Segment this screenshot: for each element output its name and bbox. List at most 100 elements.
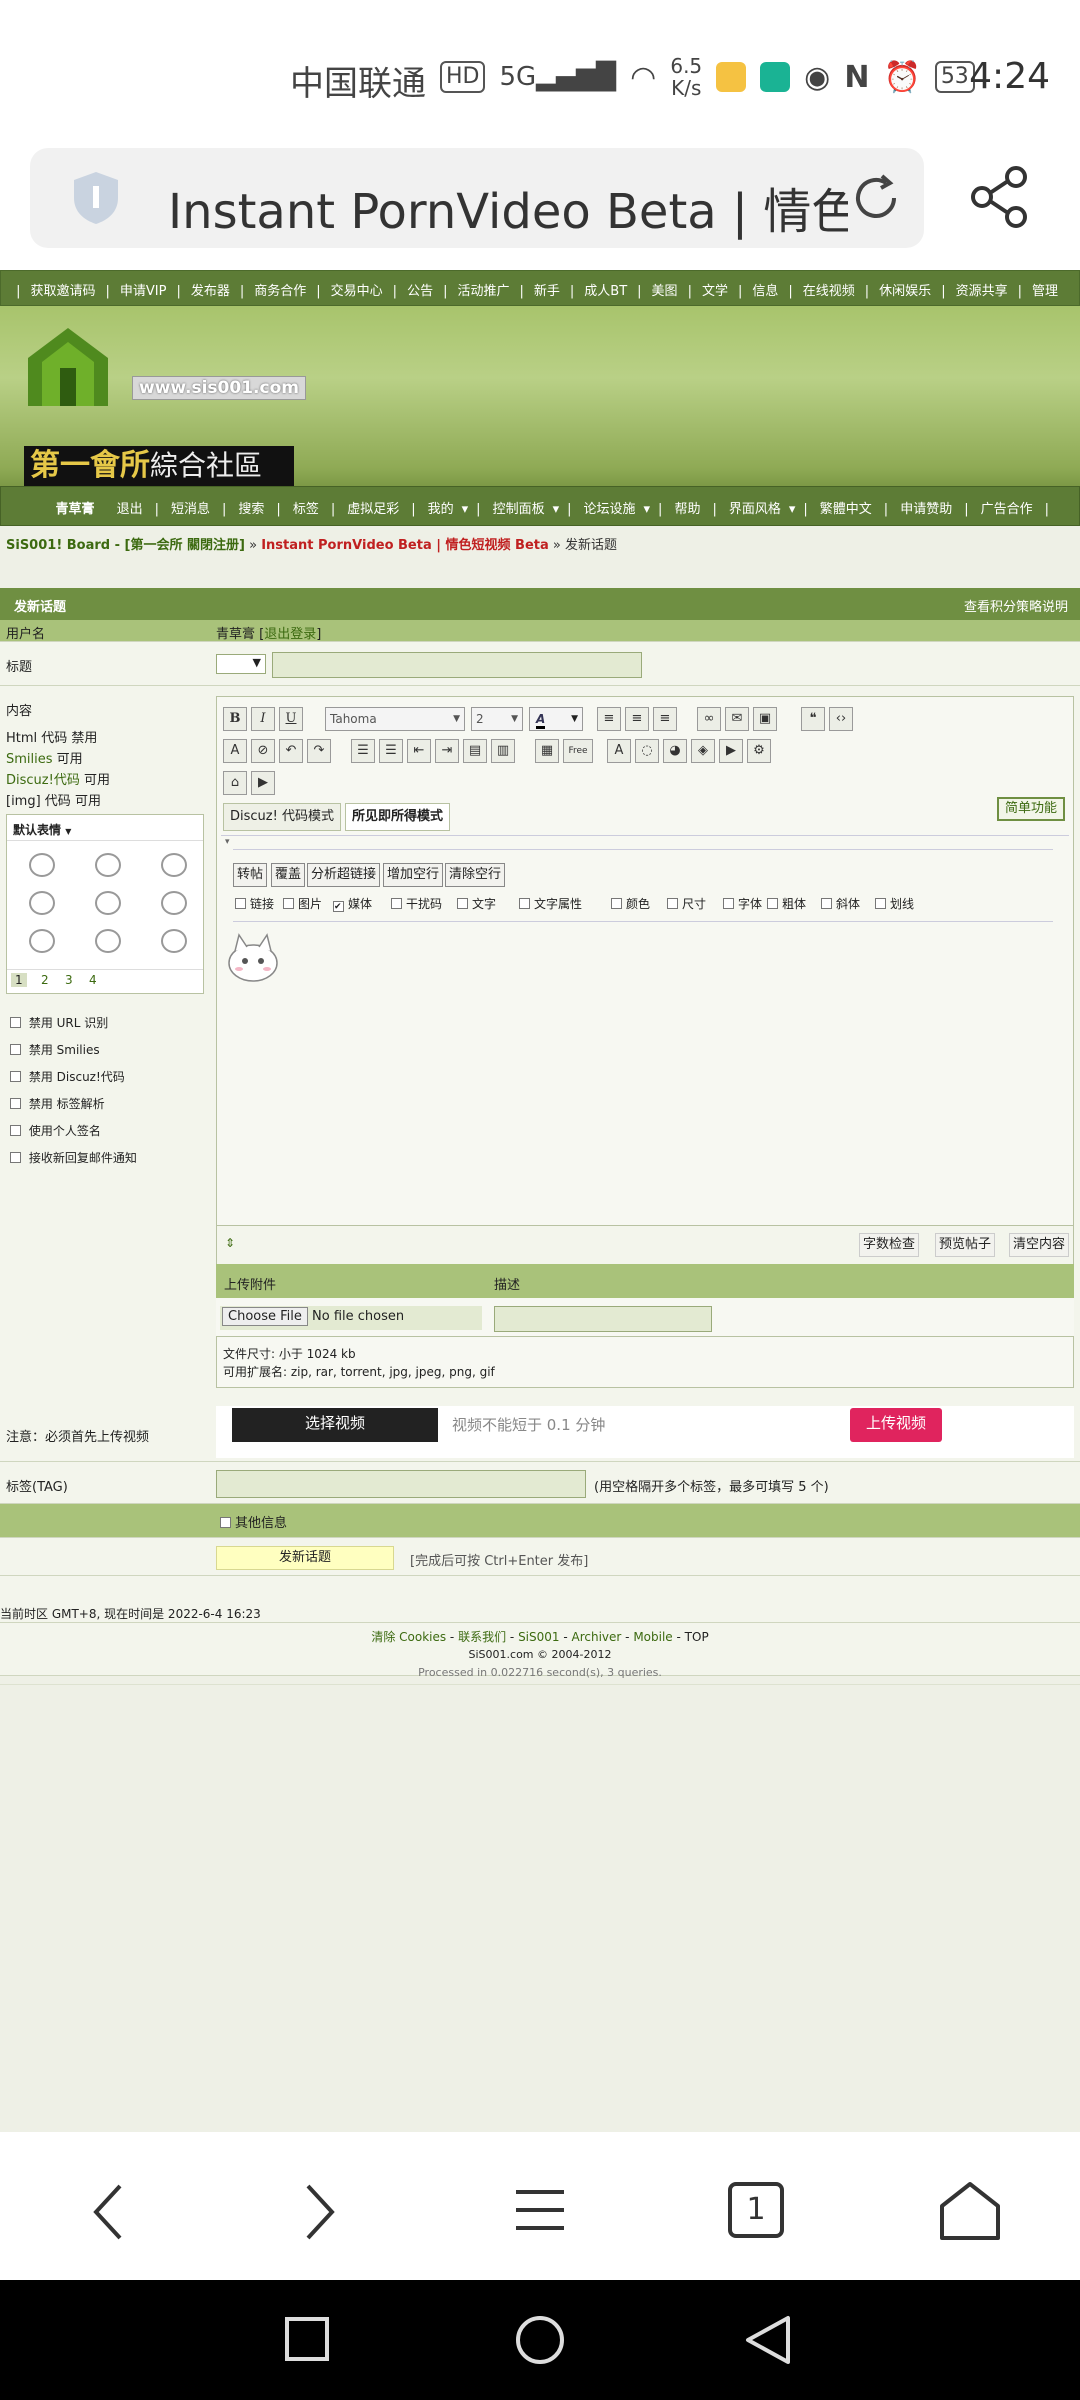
- align-left-icon[interactable]: ≡: [597, 707, 621, 731]
- logout-link[interactable]: 退出登录: [264, 627, 316, 642]
- logo-house-icon[interactable]: [28, 328, 108, 406]
- size-select[interactable]: 2 ▼: [471, 707, 523, 731]
- plugin-icon[interactable]: ⚙: [747, 739, 771, 763]
- code-icon[interactable]: ‹›: [829, 707, 853, 731]
- image-icon[interactable]: ▣: [753, 707, 777, 731]
- cover-button[interactable]: 覆盖: [271, 863, 306, 887]
- url-text[interactable]: Instant PornVideo Beta | 情色: [168, 172, 848, 242]
- title-input[interactable]: [272, 652, 642, 678]
- discuz-code-link[interactable]: Discuz!代码: [6, 773, 80, 788]
- main-nav-item[interactable]: 我的: [428, 502, 454, 517]
- filter-option[interactable]: 干扰码: [391, 895, 442, 912]
- home-icon[interactable]: [938, 2180, 1002, 2242]
- main-nav-item[interactable]: 控制面板: [493, 502, 545, 517]
- top-nav-link[interactable]: 美图: [652, 284, 678, 299]
- remove-blank-lines-button[interactable]: 清除空行: [445, 863, 506, 887]
- menu-icon[interactable]: [514, 2184, 566, 2236]
- smiley-page-4[interactable]: 4: [89, 973, 97, 987]
- clear-cookies-link[interactable]: 清除 Cookies: [371, 1630, 446, 1644]
- top-nav-link[interactable]: 申请VIP: [120, 284, 167, 299]
- checkbox[interactable]: [723, 898, 734, 909]
- smiley-page-2[interactable]: 2: [41, 973, 49, 987]
- smiley-icon[interactable]: [29, 891, 55, 915]
- breadcrumb-board[interactable]: SiS001! Board - [第一会所 關閉注册]: [6, 538, 245, 553]
- smiley-icon[interactable]: [29, 929, 55, 953]
- current-user-link[interactable]: 青草膏: [55, 502, 94, 517]
- select-video-button[interactable]: 选择视频: [232, 1408, 438, 1442]
- credit-policy-link[interactable]: 查看积分策略说明: [964, 596, 1068, 615]
- outdent-icon[interactable]: ⇤: [407, 739, 431, 763]
- bold-button[interactable]: B: [223, 707, 247, 731]
- top-nav-link[interactable]: 商务合作: [254, 284, 306, 299]
- attachment-description-input[interactable]: [494, 1306, 712, 1332]
- option-signature[interactable]: 使用个人签名: [10, 1118, 137, 1145]
- filter-option[interactable]: 颜色: [611, 895, 650, 912]
- main-nav-item[interactable]: 短消息: [171, 502, 210, 517]
- font-select[interactable]: Tahoma ▼: [325, 707, 465, 731]
- mobile-link[interactable]: Mobile: [633, 1630, 672, 1644]
- filter-option[interactable]: ✔ 媒体: [333, 895, 372, 912]
- tab-wysiwyg-mode[interactable]: 所见即所得模式: [345, 803, 451, 831]
- upload-video-button[interactable]: 上传视频: [850, 1408, 942, 1442]
- reload-icon[interactable]: [848, 170, 904, 226]
- quote-icon[interactable]: ❝: [801, 707, 825, 731]
- checkbox[interactable]: [10, 1071, 21, 1082]
- smiley-page-1[interactable]: 1: [11, 973, 27, 987]
- main-nav-item[interactable]: 论坛设施: [584, 502, 636, 517]
- top-nav-link[interactable]: 资源共享: [956, 284, 1008, 299]
- contact-link[interactable]: 联系我们: [458, 1630, 506, 1644]
- filter-option[interactable]: 划线: [875, 895, 914, 912]
- align-center-icon[interactable]: ≡: [625, 707, 649, 731]
- analyze-links-button[interactable]: 分析超链接: [307, 863, 381, 887]
- add-blank-lines-button[interactable]: 增加空行: [383, 863, 444, 887]
- video-icon[interactable]: ▶: [251, 771, 275, 795]
- checkbox[interactable]: [767, 898, 778, 909]
- top-link[interactable]: TOP: [685, 1630, 709, 1644]
- sale-icon[interactable]: ◈: [691, 739, 715, 763]
- smiley-icon[interactable]: [161, 853, 187, 877]
- simple-mode-button[interactable]: 简单功能: [996, 797, 1065, 821]
- undo-icon[interactable]: ↶: [279, 739, 303, 763]
- smiley-icon[interactable]: [161, 891, 187, 915]
- top-nav-link[interactable]: 新手: [534, 284, 560, 299]
- smilies-link[interactable]: Smilies: [6, 752, 53, 767]
- remove-format-icon[interactable]: A: [223, 739, 247, 763]
- checkbox[interactable]: ✔: [333, 901, 344, 912]
- top-nav-link[interactable]: 活动推广: [457, 284, 509, 299]
- smiley-icon[interactable]: [161, 929, 187, 953]
- default-smilies-tab[interactable]: 默认表情 ▼: [7, 815, 203, 841]
- unordered-list-icon[interactable]: ☰: [379, 739, 403, 763]
- tags-input[interactable]: [216, 1470, 586, 1498]
- smiley-icon[interactable]: [95, 929, 121, 953]
- main-nav-item[interactable]: 退出: [117, 502, 143, 517]
- smiley-icon[interactable]: [95, 891, 121, 915]
- back-icon[interactable]: [90, 2182, 126, 2242]
- indent-icon[interactable]: ⇥: [435, 739, 459, 763]
- filter-option[interactable]: 图片: [283, 895, 322, 912]
- other-info-row[interactable]: 其他信息: [0, 1504, 1080, 1538]
- repost-button[interactable]: 转帖: [233, 863, 268, 887]
- checkbox[interactable]: [667, 898, 678, 909]
- checkbox[interactable]: [220, 1517, 231, 1528]
- email-icon[interactable]: ✉: [725, 707, 749, 731]
- file-input[interactable]: Choose File No file chosen: [220, 1306, 482, 1330]
- smiley-page-3[interactable]: 3: [65, 973, 73, 987]
- main-nav-item[interactable]: 申请赞助: [900, 502, 952, 517]
- smiley-icon[interactable]: [29, 853, 55, 877]
- word-count-button[interactable]: 字数检查: [858, 1233, 919, 1257]
- main-nav-item[interactable]: 广告合作: [981, 502, 1033, 517]
- home-icon[interactable]: ⌂: [223, 771, 247, 795]
- ordered-list-icon[interactable]: ☰: [351, 739, 375, 763]
- checkbox[interactable]: [875, 898, 886, 909]
- checkbox[interactable]: [10, 1125, 21, 1136]
- filter-option[interactable]: 链接: [235, 895, 274, 912]
- top-nav-link[interactable]: 信息: [752, 284, 778, 299]
- clear-content-button[interactable]: 清空内容: [1008, 1233, 1069, 1257]
- smiley-icon[interactable]: [95, 853, 121, 877]
- main-nav-item[interactable]: 帮助: [674, 502, 700, 517]
- forward-icon[interactable]: [302, 2182, 338, 2242]
- main-nav-item[interactable]: 虚拟足彩: [347, 502, 399, 517]
- underline-button[interactable]: U: [279, 707, 303, 731]
- checkbox[interactable]: [391, 898, 402, 909]
- checkbox[interactable]: [821, 898, 832, 909]
